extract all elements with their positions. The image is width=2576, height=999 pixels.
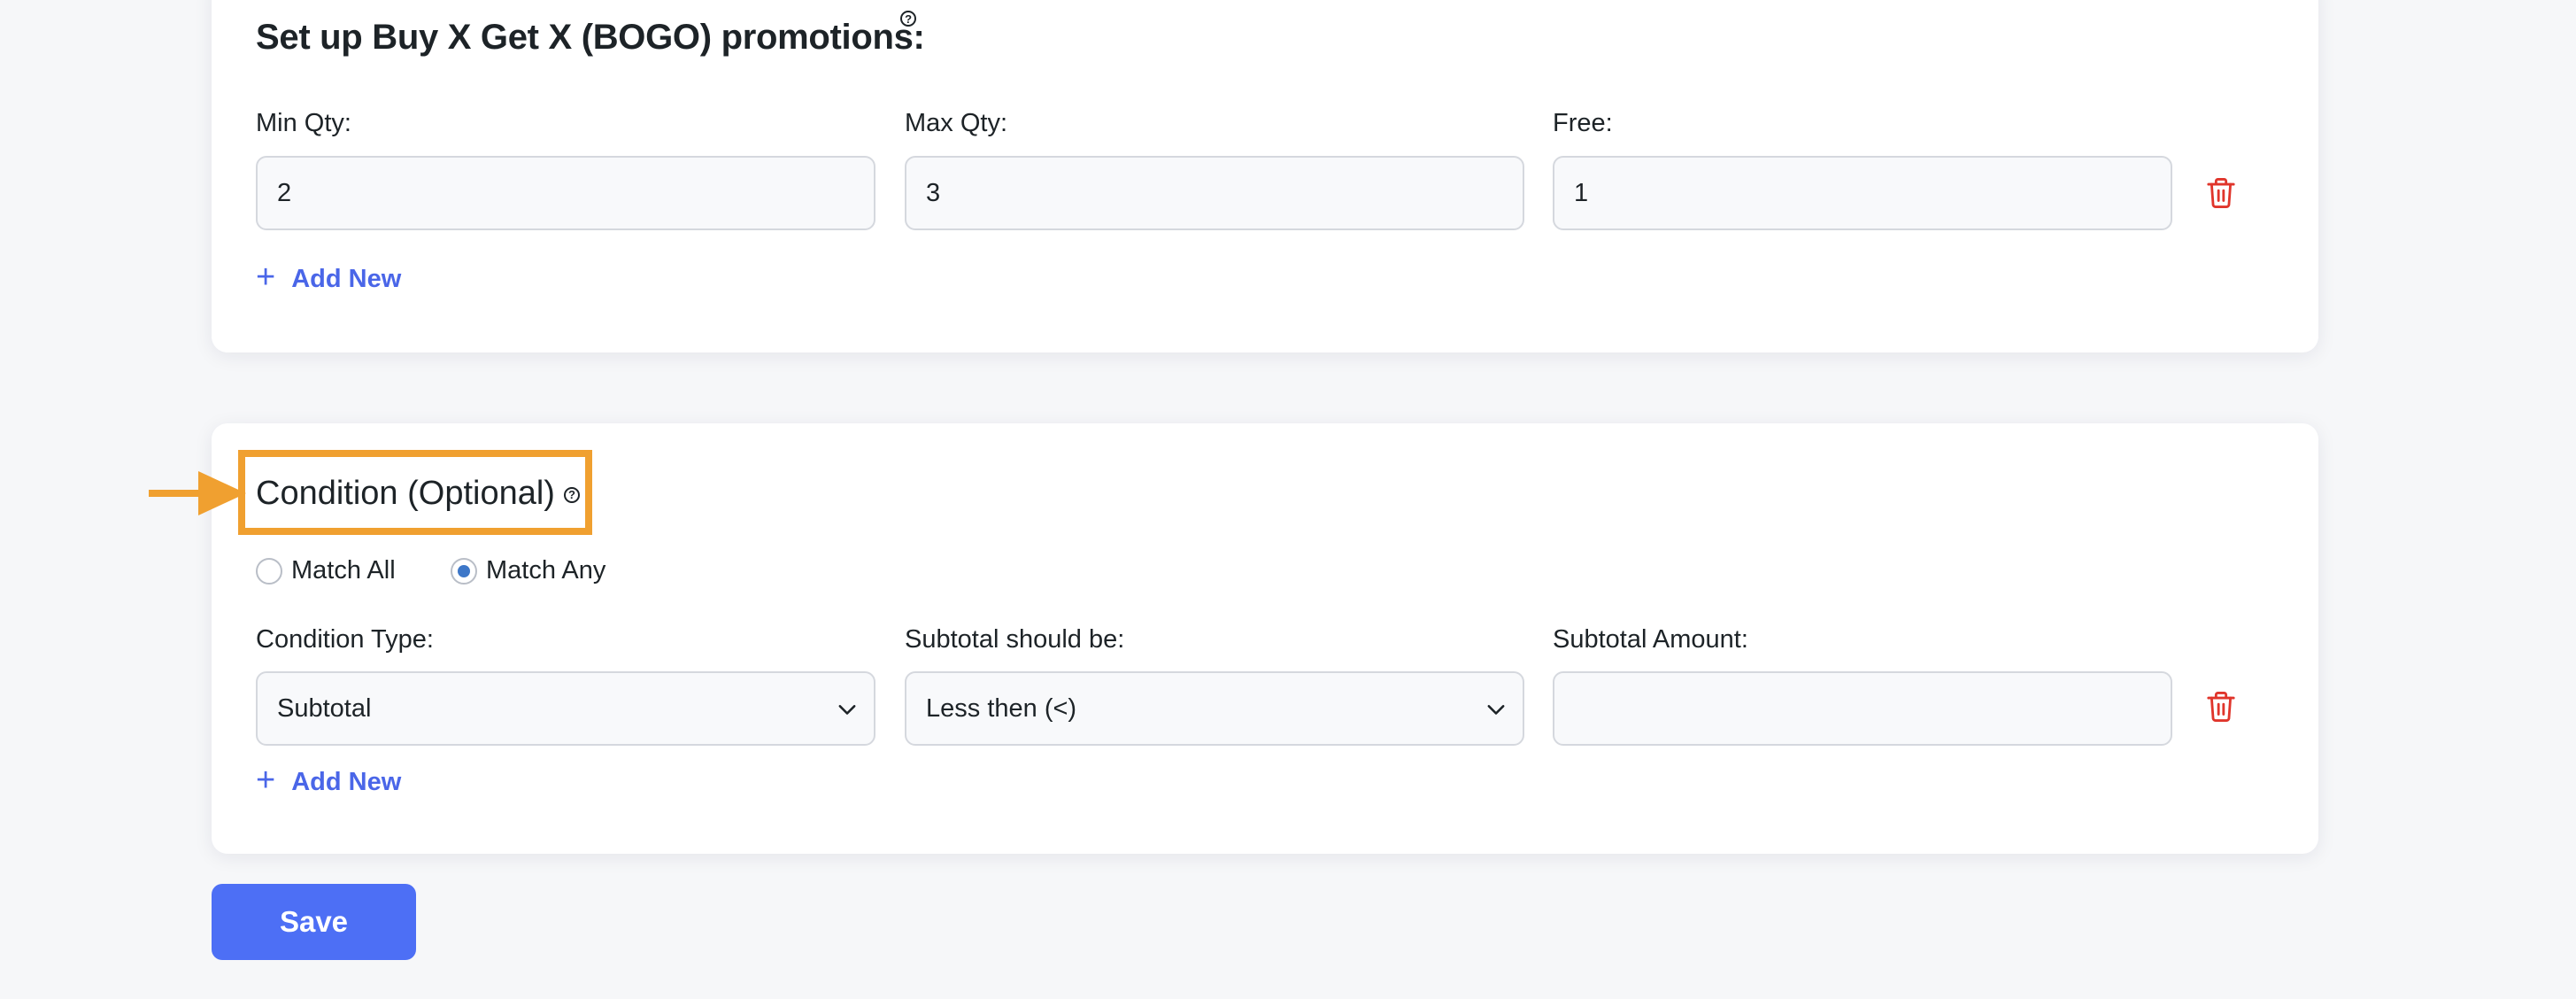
chevron-down-icon bbox=[1487, 705, 1505, 715]
condition-add-new-label: Add New bbox=[291, 767, 402, 796]
max-qty-label: Max Qty: bbox=[905, 109, 1008, 137]
chevron-down-icon bbox=[838, 705, 856, 715]
bogo-title-text: Set up Buy X Get X (BOGO) promotions: bbox=[256, 18, 925, 57]
bogo-add-new-label: Add New bbox=[291, 264, 402, 293]
subtotal-operator-select[interactable]: Less then (<) bbox=[905, 671, 1524, 746]
bogo-title: Set up Buy X Get X (BOGO) promotions: ? bbox=[256, 11, 925, 58]
min-qty-value: 2 bbox=[277, 178, 292, 207]
bogo-add-new-button[interactable]: + Add New bbox=[256, 260, 402, 294]
condition-type-label: Condition Type: bbox=[256, 625, 434, 654]
min-qty-label: Min Qty: bbox=[256, 109, 351, 137]
trash-icon[interactable] bbox=[2206, 176, 2236, 210]
condition-type-value: Subtotal bbox=[277, 693, 372, 723]
condition-title-text: Condition (Optional) bbox=[256, 475, 555, 512]
help-icon[interactable]: ? bbox=[563, 486, 580, 503]
match-any-radio[interactable]: Match Any bbox=[451, 556, 605, 585]
plus-icon: + bbox=[256, 259, 276, 296]
condition-type-select[interactable]: Subtotal bbox=[256, 671, 875, 746]
free-qty-label: Free: bbox=[1553, 109, 1613, 137]
plus-icon: + bbox=[256, 762, 276, 799]
subtotal-operator-value: Less then (<) bbox=[926, 693, 1077, 723]
min-qty-input[interactable]: 2 bbox=[256, 156, 875, 230]
radio-checked-icon[interactable] bbox=[451, 557, 477, 585]
condition-add-new-button[interactable]: + Add New bbox=[256, 763, 402, 797]
page: Set up Buy X Get X (BOGO) promotions: ? … bbox=[0, 0, 2576, 999]
arrow-right-icon bbox=[149, 471, 246, 515]
trash-icon[interactable] bbox=[2206, 690, 2236, 724]
max-qty-input[interactable]: 3 bbox=[905, 156, 1524, 230]
subtotal-amount-input[interactable] bbox=[1553, 671, 2172, 746]
match-any-label: Match Any bbox=[486, 556, 606, 585]
free-qty-value: 1 bbox=[1574, 178, 1589, 207]
max-qty-value: 3 bbox=[926, 178, 941, 207]
condition-title: Condition (Optional)? bbox=[256, 475, 580, 513]
radio-unchecked-icon[interactable] bbox=[256, 557, 282, 585]
bogo-card: Set up Buy X Get X (BOGO) promotions: ? … bbox=[212, 0, 2318, 352]
help-icon[interactable]: ? bbox=[900, 11, 916, 27]
free-qty-input[interactable]: 1 bbox=[1553, 156, 2172, 230]
save-button[interactable]: Save bbox=[212, 884, 416, 960]
subtotal-amount-label: Subtotal Amount: bbox=[1553, 625, 1748, 654]
match-all-label: Match All bbox=[291, 556, 396, 585]
condition-card: Condition (Optional)? Match All Match An… bbox=[212, 423, 2318, 854]
match-all-radio[interactable]: Match All bbox=[256, 556, 396, 585]
subtotal-operator-label: Subtotal should be: bbox=[905, 625, 1125, 654]
